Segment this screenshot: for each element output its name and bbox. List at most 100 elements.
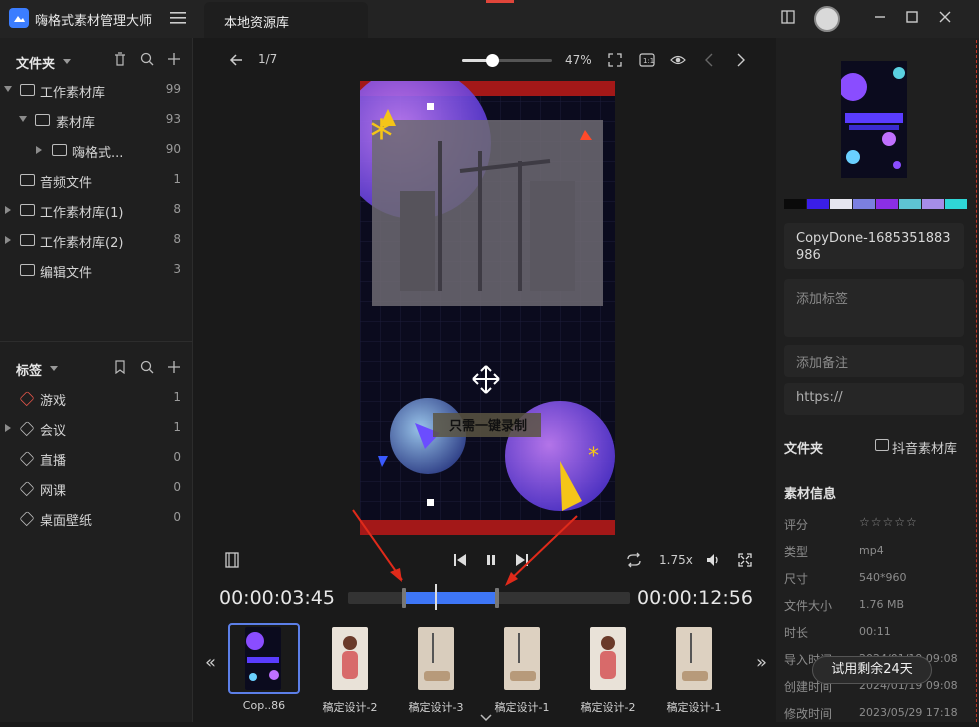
maximize-icon[interactable]	[903, 10, 921, 28]
collapse-chevron-icon[interactable]	[478, 712, 494, 722]
fullscreen-icon[interactable]	[737, 552, 753, 568]
info-value: 540*960	[859, 571, 907, 584]
folder-item[interactable]: 编辑文件 3	[0, 256, 193, 286]
prev-icon[interactable]	[702, 52, 718, 68]
info-key: 评分	[784, 518, 809, 532]
detail-thumbnail	[841, 61, 907, 178]
fit-screen-icon[interactable]	[607, 52, 623, 68]
total-time: 00:00:12:56	[637, 587, 753, 609]
folder-item[interactable]: 嗨格式... 90	[0, 136, 193, 166]
menu-icon[interactable]	[170, 11, 186, 25]
folder-label: 文件夹	[784, 442, 824, 457]
svg-text:1:1: 1:1	[643, 57, 654, 65]
sidebar-divider	[0, 341, 193, 342]
thumbnail-label: 稿定设计-3	[408, 701, 464, 714]
info-key: 尺寸	[784, 572, 809, 586]
svg-text:*: *	[370, 110, 393, 164]
accent-mark	[486, 0, 514, 3]
thumbnail[interactable]	[418, 627, 454, 690]
filename-field[interactable]: CopyDone-1685351883986	[784, 223, 964, 269]
color-swatch[interactable]	[945, 199, 967, 209]
minimize-icon[interactable]	[871, 10, 889, 28]
color-swatch[interactable]	[784, 199, 806, 209]
color-swatch[interactable]	[922, 199, 944, 209]
folder-value[interactable]: 抖音素材库	[892, 438, 957, 457]
volume-icon[interactable]	[705, 552, 721, 568]
zoom-value: 47%	[565, 53, 592, 67]
info-title: 素材信息	[784, 487, 837, 502]
trim-handle-start[interactable]	[402, 588, 406, 608]
folder-item[interactable]: 工作素材库(1) 8	[0, 196, 193, 226]
preview-eye-icon[interactable]	[670, 52, 686, 68]
panel-toggle-icon[interactable]	[779, 10, 797, 28]
color-swatch[interactable]	[899, 199, 921, 209]
folder-item[interactable]: 工作素材库 99	[0, 76, 193, 106]
add-tag-icon[interactable]	[166, 360, 182, 376]
color-palette	[784, 199, 968, 209]
speed-value[interactable]: 1.75x	[659, 553, 693, 567]
tab-label: 本地资源库	[224, 16, 290, 31]
add-folder-icon[interactable]	[166, 52, 182, 68]
trash-icon[interactable]	[112, 52, 128, 68]
thumbnail[interactable]	[245, 627, 281, 690]
rating-stars[interactable]: ☆☆☆☆☆	[859, 515, 918, 529]
zoom-slider-knob[interactable]	[485, 54, 499, 67]
svg-text:*: *	[588, 444, 599, 469]
chevron-down-icon[interactable]	[50, 366, 58, 371]
loop-icon[interactable]	[626, 552, 642, 568]
thumbnail[interactable]	[504, 627, 540, 690]
back-arrow-icon[interactable]	[228, 52, 244, 68]
tag-item[interactable]: 会议 1	[0, 414, 193, 444]
actual-size-icon[interactable]: 1:1	[639, 52, 655, 68]
tag-input[interactable]: 添加标签	[784, 279, 964, 337]
tag-item[interactable]: 直播 0	[0, 444, 193, 474]
tag-item[interactable]: 游戏 1	[0, 384, 193, 414]
color-swatch[interactable]	[853, 199, 875, 209]
filmstrip-prev-icon[interactable]: «	[205, 652, 216, 673]
trim-handle-end[interactable]	[495, 588, 499, 608]
tag-item[interactable]: 桌面壁纸 0	[0, 504, 193, 534]
thumbnail[interactable]	[332, 627, 368, 690]
folder-item[interactable]: 音频文件 1	[0, 166, 193, 196]
tags-title[interactable]: 标签	[16, 360, 42, 379]
url-input[interactable]: https://	[784, 383, 964, 415]
preview-caption: 只需一键录制	[448, 419, 527, 434]
media-preview[interactable]: * *	[360, 81, 615, 535]
thumbnail[interactable]	[590, 627, 626, 690]
folders-title[interactable]: 文件夹	[16, 53, 55, 72]
tab-local-library[interactable]: 本地资源库	[204, 2, 368, 38]
color-swatch[interactable]	[807, 199, 829, 209]
thumbnail-label: 稿定设计-2	[322, 701, 378, 714]
note-input[interactable]: 添加备注	[784, 345, 964, 377]
annotation-arrows	[350, 508, 590, 588]
tag-item[interactable]: 网课 0	[0, 474, 193, 504]
color-swatch[interactable]	[830, 199, 852, 209]
search-icon[interactable]	[139, 52, 155, 68]
chevron-down-icon[interactable]	[63, 59, 71, 64]
folder-item[interactable]: 素材库 93	[0, 106, 193, 136]
search-icon[interactable]	[139, 360, 155, 376]
info-key: 修改时间	[784, 707, 833, 721]
info-value: 1.76 MB	[859, 598, 905, 611]
panel-edge	[976, 40, 978, 722]
info-key: 类型	[784, 545, 809, 559]
thumbnail-label: 稿定设计-1	[666, 701, 722, 714]
avatar[interactable]	[814, 6, 840, 32]
close-icon[interactable]	[936, 10, 954, 28]
info-key: 文件大小	[784, 599, 833, 613]
trial-badge[interactable]: 试用剩余24天	[812, 656, 932, 684]
filmstrip-next-icon[interactable]: »	[756, 652, 767, 673]
timeline-selection[interactable]	[404, 592, 498, 604]
thumbnail-label: 稿定设计-2	[580, 701, 636, 714]
info-value: 2023/05/29 17:18	[859, 706, 958, 719]
info-value: mp4	[859, 544, 884, 557]
bookmark-icon[interactable]	[112, 360, 128, 376]
app-title: 嗨格式素材管理大师	[35, 14, 153, 29]
thumbnail[interactable]	[676, 627, 712, 690]
folder-item[interactable]: 工作素材库(2) 8	[0, 226, 193, 256]
next-icon[interactable]	[732, 52, 748, 68]
filmstrip-toggle-icon[interactable]	[224, 552, 240, 568]
zoom-slider[interactable]	[462, 54, 552, 67]
color-swatch[interactable]	[876, 199, 898, 209]
page-indicator: 1/7	[258, 52, 278, 66]
